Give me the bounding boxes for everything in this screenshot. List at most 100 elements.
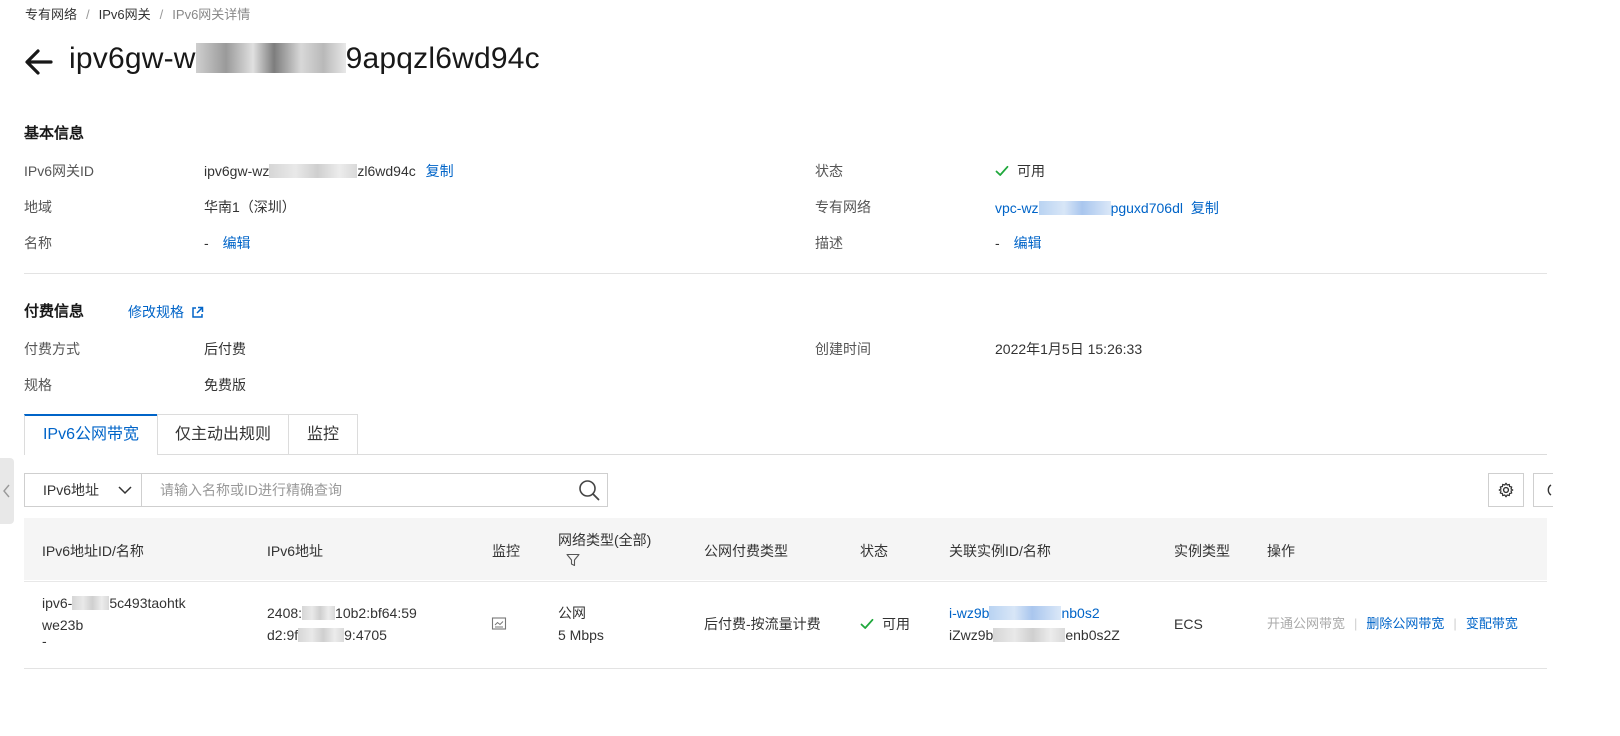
search-icon[interactable] bbox=[578, 479, 600, 501]
bandwidth-value: 5 Mbps bbox=[558, 627, 604, 643]
description-value: - 编辑 bbox=[995, 233, 1042, 253]
copy-id-button[interactable]: 复制 bbox=[426, 163, 454, 179]
monitor-chart-icon[interactable] bbox=[491, 616, 507, 632]
vpc-prefix: vpc-wz bbox=[995, 200, 1039, 216]
change-bandwidth-button[interactable]: 变配带宽 bbox=[1466, 616, 1518, 631]
op-separator: | bbox=[1354, 616, 1358, 631]
open-bandwidth-button: 开通公网带宽 bbox=[1267, 616, 1346, 631]
page-title: ipv6gw-w 9apqzl6wd94c bbox=[69, 42, 540, 76]
delete-bandwidth-button[interactable]: 删除公网带宽 bbox=[1366, 616, 1444, 631]
sidebar-toggle[interactable] bbox=[0, 458, 14, 524]
billing-type-cell: 后付费-按流量计费 bbox=[704, 616, 821, 632]
modify-spec-link[interactable]: 修改规格 bbox=[128, 302, 204, 322]
instance-cell: i-wz9b nb0s2 iZwz9b enb0s2Z bbox=[949, 602, 1120, 646]
breadcrumb-item-ipv6-gateway[interactable]: IPv6网关 bbox=[99, 7, 151, 22]
page-title-prefix: ipv6gw-w bbox=[69, 42, 196, 75]
region-label: 地域 bbox=[24, 199, 52, 215]
spec-value: 免费版 bbox=[204, 377, 246, 393]
description-text: - bbox=[995, 235, 1000, 251]
table-header: IPv6地址ID/名称 IPv6地址 监控 网络类型(全部) 公网付费类型 状态… bbox=[24, 518, 1547, 580]
network-type-cell: 公网 5 Mbps bbox=[558, 602, 604, 646]
description-label: 描述 bbox=[815, 235, 843, 251]
addr-line1-suffix: 10b2:bf64:59 bbox=[335, 605, 417, 621]
created-time-label: 创建时间 bbox=[815, 341, 871, 357]
addr-line2-prefix: d2:9f bbox=[267, 627, 299, 643]
vpc-label: 专有网络 bbox=[815, 199, 871, 215]
check-icon bbox=[995, 165, 1009, 176]
breadcrumb-separator: / bbox=[86, 7, 90, 22]
col-monitor: 监控 bbox=[492, 543, 520, 559]
redacted-mask bbox=[72, 596, 110, 610]
section-divider bbox=[24, 273, 1547, 274]
pay-type-label: 付费方式 bbox=[24, 341, 80, 357]
edit-description-button[interactable]: 编辑 bbox=[1014, 235, 1042, 251]
row-status-text: 可用 bbox=[882, 616, 910, 632]
col-ipv6-address: IPv6地址 bbox=[267, 543, 324, 559]
search-input[interactable] bbox=[143, 474, 573, 506]
breadcrumb-current: IPv6网关详情 bbox=[172, 7, 251, 22]
edit-name-button[interactable]: 编辑 bbox=[223, 235, 251, 251]
search-type-select[interactable]: IPv6地址 bbox=[25, 474, 142, 506]
search-bar: IPv6地址 bbox=[24, 473, 608, 507]
row-status-cell: 可用 bbox=[860, 613, 910, 635]
refresh-icon bbox=[1547, 484, 1552, 496]
back-button[interactable] bbox=[24, 44, 56, 80]
ipv6-id-cell: ipv6- 5c493taohtk we23b - bbox=[42, 592, 186, 652]
status-text: 可用 bbox=[1017, 163, 1045, 179]
status-value: 可用 bbox=[995, 161, 1045, 181]
arrow-left-icon bbox=[25, 49, 53, 75]
redacted-mask bbox=[989, 606, 1062, 620]
spec-label: 规格 bbox=[24, 377, 52, 393]
gear-icon bbox=[1498, 482, 1514, 498]
col-id-name: IPv6地址ID/名称 bbox=[42, 543, 144, 559]
name-text: - bbox=[204, 235, 209, 251]
gateway-id-suffix: zl6wd94c bbox=[357, 163, 416, 179]
modify-spec-text: 修改规格 bbox=[128, 304, 184, 320]
tab-ipv6-bandwidth[interactable]: IPv6公网带宽 bbox=[24, 414, 158, 455]
col-instance: 关联实例ID/名称 bbox=[949, 543, 1051, 559]
instance-id-link[interactable]: i-wz9b nb0s2 bbox=[949, 602, 1120, 624]
operations-cell: 开通公网带宽 | 删除公网带宽 | 变配带宽 bbox=[1267, 613, 1518, 635]
breadcrumb-item-vpc[interactable]: 专有网络 bbox=[25, 7, 77, 22]
op-separator: | bbox=[1453, 616, 1457, 631]
redacted-mask bbox=[993, 628, 1066, 642]
chevron-down-icon bbox=[118, 486, 132, 495]
gateway-id-prefix: ipv6gw-wz bbox=[204, 163, 270, 179]
vpc-value: vpc-wz pguxd706dl 复制 bbox=[995, 198, 1219, 218]
vpc-link[interactable]: vpc-wz pguxd706dl bbox=[995, 200, 1183, 216]
col-instance-type: 实例类型 bbox=[1174, 543, 1230, 559]
gateway-id-label: IPv6网关ID bbox=[24, 163, 95, 179]
pay-type-value: 后付费 bbox=[204, 341, 246, 357]
external-link-icon bbox=[192, 306, 204, 318]
col-network-type: 网络类型(全部) bbox=[558, 530, 651, 567]
basic-info-title: 基本信息 bbox=[24, 125, 85, 142]
copy-vpc-button[interactable]: 复制 bbox=[1191, 200, 1219, 216]
created-time-value: 2022年1月5日 15:26:33 bbox=[995, 341, 1143, 357]
tab-egress-only-rules[interactable]: 仅主动出规则 bbox=[157, 414, 289, 454]
col-billing-type: 公网付费类型 bbox=[704, 543, 788, 559]
table-refresh-button[interactable] bbox=[1533, 473, 1553, 507]
col-operations: 操作 bbox=[1267, 543, 1295, 559]
breadcrumb-separator: / bbox=[159, 7, 164, 22]
table-row: ipv6- 5c493taohtk we23b - 2408: 10b2:bf64:… bbox=[24, 581, 1547, 669]
redacted-mask bbox=[269, 164, 358, 178]
redacted-mask bbox=[1038, 201, 1111, 215]
col-network-type-label: 网络类型(全部) bbox=[558, 532, 652, 548]
region-value: 华南1（深圳） bbox=[204, 199, 296, 215]
gateway-id-value: ipv6gw-wz zl6wd94c 复制 bbox=[204, 161, 454, 181]
name-value: - 编辑 bbox=[204, 233, 251, 253]
table-settings-button[interactable] bbox=[1488, 473, 1524, 507]
redacted-mask bbox=[298, 628, 345, 642]
col-status: 状态 bbox=[860, 543, 888, 559]
redacted-mask bbox=[302, 606, 336, 620]
filter-icon[interactable] bbox=[566, 553, 580, 567]
instance-name-prefix: iZwz9b bbox=[949, 627, 994, 643]
addr-line1-prefix: 2408: bbox=[267, 605, 303, 621]
ipv6-id-suffix: 5c493taohtk bbox=[109, 595, 186, 611]
addr-line2-suffix: 9:4705 bbox=[344, 627, 387, 643]
tab-monitor[interactable]: 监控 bbox=[288, 414, 358, 454]
instance-type-cell: ECS bbox=[1174, 616, 1203, 632]
instance-id-suffix: nb0s2 bbox=[1061, 605, 1100, 621]
ipv6-address-cell: 2408: 10b2:bf64:59 d2:9f 9:4705 bbox=[267, 602, 417, 646]
name-label: 名称 bbox=[24, 235, 52, 251]
